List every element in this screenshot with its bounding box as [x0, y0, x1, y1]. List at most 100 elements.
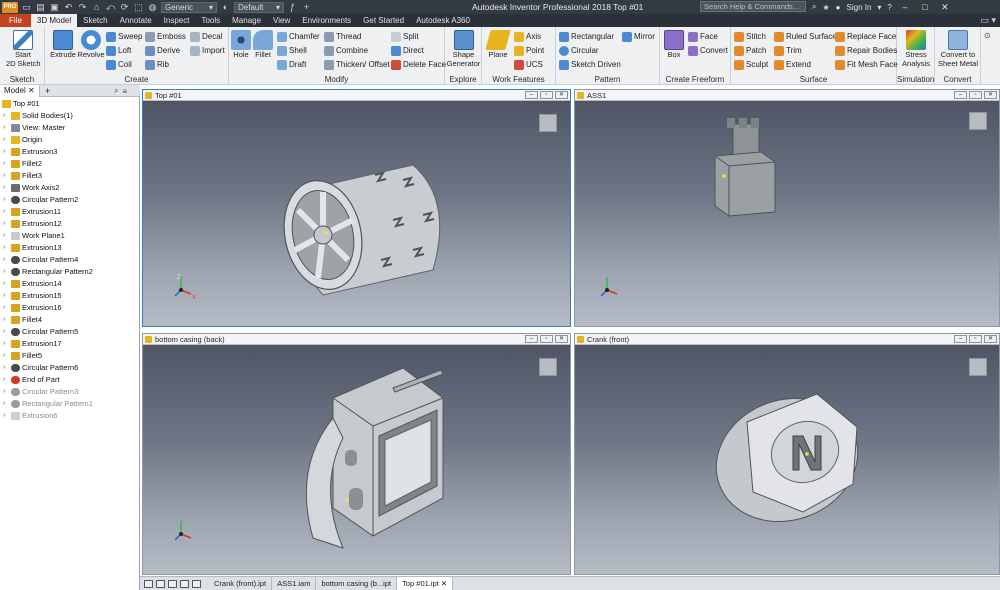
coil-button[interactable]: Coil [106, 59, 132, 70]
expand-chevron-icon[interactable]: › [3, 350, 5, 362]
close-icon[interactable]: ✕ [28, 86, 35, 95]
circular-pattern-button[interactable]: Circular [559, 45, 599, 56]
close-icon[interactable]: ✕ [938, 2, 952, 13]
ucs-button[interactable]: UCS [514, 59, 543, 70]
combine-button[interactable]: Combine [324, 45, 368, 56]
draft-button[interactable]: Draft [277, 59, 306, 70]
revolve-button[interactable]: Revolve [77, 30, 105, 60]
restore-icon[interactable]: ▫ [540, 91, 553, 99]
sketch-driven-pattern-button[interactable]: Sketch Driven [559, 59, 621, 70]
delete-face-button[interactable]: Delete Face [391, 59, 446, 70]
derive-button[interactable]: Derive [145, 45, 180, 56]
browser-node[interactable]: › Circular Pattern6 [0, 362, 140, 374]
pro-badge-icon[interactable]: PRO [2, 1, 18, 13]
extrude-button[interactable]: Extrude [49, 30, 77, 60]
tab-file[interactable]: File [0, 14, 31, 27]
browser-node[interactable]: › Rectangular Pattern2 [0, 266, 140, 278]
browser-node[interactable]: › Extrusion13 [0, 242, 140, 254]
chamfer-button[interactable]: Chamfer [277, 31, 320, 42]
expand-chevron-icon[interactable]: › [3, 290, 5, 302]
ruled-surface-button[interactable]: Ruled Surface [774, 31, 837, 42]
minimize-icon[interactable]: – [898, 2, 912, 12]
browser-node[interactable]: › Extrusion11 [0, 206, 140, 218]
close-icon[interactable]: ✕ [555, 91, 568, 99]
tab-view[interactable]: View [267, 14, 296, 27]
browser-node[interactable]: › Extrusion16 [0, 302, 140, 314]
appearance-combo[interactable]: Generic ▾ [161, 1, 217, 13]
restore-icon[interactable]: ▫ [540, 335, 553, 343]
menu-icon[interactable]: ≡ [122, 87, 127, 96]
tab-model[interactable]: Model ✕ [0, 85, 40, 97]
tab-sketch[interactable]: Sketch [77, 14, 113, 27]
browser-node[interactable]: › End of Part [0, 374, 140, 386]
expand-chevron-icon[interactable]: › [3, 362, 5, 374]
patch-button[interactable]: Patch [734, 45, 766, 56]
browser-node[interactable]: › Circular Pattern3 [0, 386, 140, 398]
new-icon[interactable]: ▭ [21, 2, 32, 13]
close-icon[interactable]: ✕ [984, 335, 997, 343]
stress-analysis-button[interactable]: Stress Analysis [899, 30, 933, 68]
shell-button[interactable]: Shell [277, 45, 307, 56]
fillet-button[interactable]: Fillet [252, 30, 274, 60]
cascade-icon[interactable] [156, 579, 165, 588]
tab-tools[interactable]: Tools [195, 14, 226, 27]
browser-node[interactable]: › Extrusion14 [0, 278, 140, 290]
direct-button[interactable]: Direct [391, 45, 424, 56]
expand-chevron-icon[interactable]: › [3, 254, 5, 266]
convert-to-sheet-metal-button[interactable]: Convert to Sheet Metal [936, 30, 980, 68]
browser-node[interactable]: › Extrusion17 [0, 338, 140, 350]
return-icon[interactable]: ⤺ [105, 2, 116, 13]
import-button[interactable]: Import [190, 45, 225, 56]
windows-list-icon[interactable] [192, 579, 201, 588]
expand-chevron-icon[interactable]: › [3, 278, 5, 290]
rib-button[interactable]: Rib [145, 59, 169, 70]
undo-icon[interactable]: ↶ [63, 2, 74, 13]
material-combo[interactable]: Default ▾ [234, 1, 284, 13]
document-tab-bottom-casing[interactable]: bottom casing (b...ipt [316, 577, 398, 590]
redo-icon[interactable]: ↷ [77, 2, 88, 13]
sculpt-button[interactable]: Sculpt [734, 59, 768, 70]
browser-node[interactable]: › Origin [0, 134, 140, 146]
shape-generator-button[interactable]: Shape Generator [446, 30, 481, 68]
user-icon[interactable]: ● [836, 3, 841, 12]
browser-node[interactable]: › Extrusion3 [0, 146, 140, 158]
tab-get-started[interactable]: Get Started [357, 14, 410, 27]
tab-annotate[interactable]: Annotate [114, 14, 158, 27]
expand-chevron-icon[interactable]: › [3, 110, 5, 122]
viewport-ass1[interactable]: ASS1 – ▫ ✕ [574, 89, 1000, 327]
add-tab-icon[interactable]: + [45, 85, 50, 97]
browser-node[interactable]: › Extrusion15 [0, 290, 140, 302]
search-icon[interactable]: ⌕ [114, 86, 118, 96]
expand-chevron-icon[interactable]: › [3, 158, 5, 170]
expand-chevron-icon[interactable]: › [3, 326, 5, 338]
sweep-button[interactable]: Sweep [106, 31, 142, 42]
home-icon[interactable]: ⌂ [91, 2, 102, 13]
fx-icon[interactable]: ƒ [287, 2, 298, 13]
minimize-icon[interactable]: – [954, 91, 967, 99]
start-2d-sketch-button[interactable]: Start 2D Sketch [6, 30, 41, 68]
close-icon[interactable]: ✕ [984, 91, 997, 99]
face-button[interactable]: Face [688, 31, 718, 42]
extend-button[interactable]: Extend [774, 59, 811, 70]
tab-inspect[interactable]: Inspect [158, 14, 196, 27]
select-icon[interactable]: ⬚ [133, 2, 144, 13]
viewcube-icon[interactable] [539, 114, 557, 132]
star-icon[interactable]: ★ [822, 3, 829, 12]
trim-button[interactable]: Trim [774, 45, 802, 56]
expand-chevron-icon[interactable]: › [3, 386, 5, 398]
ribbon-more-icon[interactable]: ⊙ [984, 31, 991, 40]
expand-chevron-icon[interactable]: › [3, 122, 5, 134]
browser-node[interactable]: › Fillet2 [0, 158, 140, 170]
sign-in-link[interactable]: Sign In [847, 3, 872, 12]
expand-chevron-icon[interactable]: › [3, 242, 5, 254]
document-tab-crank[interactable]: Crank (front).ipt [209, 577, 273, 590]
loft-button[interactable]: Loft [106, 45, 131, 56]
save-icon[interactable]: ▣ [49, 2, 60, 13]
tab-manage[interactable]: Manage [226, 14, 267, 27]
maximize-icon[interactable]: □ [918, 2, 932, 12]
plus-icon[interactable]: + [301, 2, 312, 13]
expand-chevron-icon[interactable]: › [3, 266, 5, 278]
viewcube-icon[interactable] [969, 358, 987, 376]
restore-icon[interactable]: ▫ [969, 335, 982, 343]
chevron-down-icon[interactable]: ▾ [877, 3, 881, 12]
